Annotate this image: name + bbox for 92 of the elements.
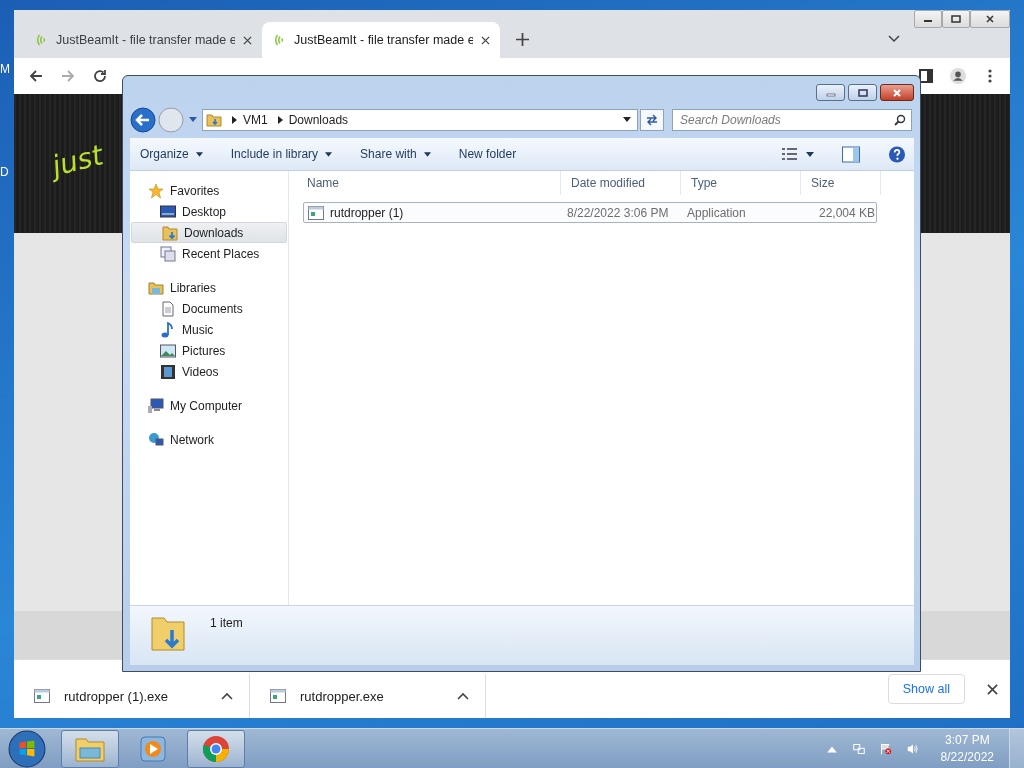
close-icon[interactable]	[243, 35, 252, 45]
close-icon	[892, 88, 902, 97]
file-type: Application	[687, 205, 747, 220]
toolbar-button[interactable]: Organize	[140, 147, 203, 161]
column-header[interactable]: Name	[289, 171, 561, 195]
file-date: 8/22/2022 3:06 PM	[567, 205, 670, 220]
refresh-icon	[645, 113, 659, 127]
folder-icon	[75, 736, 105, 762]
breadcrumb-item[interactable]: Downloads	[288, 113, 349, 127]
recent-places-icon	[160, 245, 176, 262]
star-icon	[148, 182, 164, 199]
navigation-item[interactable]: Desktop	[130, 201, 288, 222]
maximize-button[interactable]	[942, 10, 970, 28]
folder-icon	[206, 112, 222, 128]
help-icon[interactable]	[888, 145, 906, 163]
media-player-icon	[139, 735, 167, 763]
dropdown-icon[interactable]	[806, 151, 814, 157]
dropdown-icon	[423, 151, 431, 157]
application-icon	[34, 689, 50, 703]
back-icon[interactable]	[130, 107, 156, 133]
network-icon	[148, 431, 164, 448]
computer-icon	[148, 397, 164, 414]
download-item[interactable]: rutdropper (1).exe	[14, 674, 250, 718]
breadcrumb-item[interactable]: VM1	[243, 113, 268, 127]
taskbar-app-button[interactable]	[187, 730, 245, 768]
navigation-item[interactable]: Documents	[130, 298, 288, 319]
search-field[interactable]: Search Downloads	[672, 109, 912, 131]
application-icon	[308, 205, 324, 220]
close-button[interactable]	[880, 84, 914, 101]
logo-text: just	[48, 138, 107, 183]
file-row[interactable]: rutdropper (1) 8/22/2022 3:06 PM Application 22,004 KB	[303, 202, 877, 223]
toolbar-button[interactable]: Include in library	[230, 147, 333, 161]
flag-icon[interactable]	[879, 743, 892, 755]
toolbar-button[interactable]: New folder	[458, 147, 517, 161]
close-icon[interactable]	[987, 683, 998, 695]
chevron-icon[interactable]	[232, 116, 237, 124]
navigation-item[interactable]: Downloads	[131, 222, 287, 243]
dropdown-icon	[195, 151, 203, 157]
navigation-item[interactable]: Favorites	[130, 180, 288, 201]
item-count: 1 item	[210, 616, 243, 630]
toolbar-button[interactable]: Share with	[360, 147, 431, 161]
search-icon	[894, 114, 906, 126]
desktop-icon-label[interactable]: D	[0, 165, 9, 179]
dropdown-icon	[325, 151, 333, 157]
browser-logo-icon	[202, 735, 230, 763]
preview-pane-icon[interactable]	[842, 145, 860, 163]
navigation-item[interactable]: My Computer	[130, 395, 288, 416]
music-note-icon	[160, 321, 176, 338]
file-name: rutdropper (1)	[330, 205, 404, 220]
desktop-icon-label[interactable]: M	[0, 62, 10, 76]
column-header[interactable]: Type	[681, 171, 801, 195]
refresh-button[interactable]	[640, 109, 664, 131]
film-icon	[160, 363, 176, 380]
navigation-item[interactable]: Videos	[130, 361, 288, 382]
close-icon[interactable]	[481, 35, 490, 45]
caret-icon[interactable]	[221, 692, 233, 700]
download-item[interactable]: rutdropper.exe	[250, 674, 486, 718]
start-button[interactable]	[8, 730, 46, 768]
view-options-icon[interactable]	[782, 147, 798, 161]
document-icon	[160, 300, 176, 317]
maximize-icon	[951, 15, 961, 23]
reload-icon[interactable]	[92, 68, 108, 84]
close-icon	[985, 15, 995, 23]
column-header[interactable]: Date modified	[561, 171, 681, 195]
chevron-icon[interactable]	[888, 35, 900, 43]
navigation-item[interactable]: Music	[130, 319, 288, 340]
maximize-button[interactable]	[848, 84, 877, 101]
caret-icon[interactable]	[457, 692, 469, 700]
show-all-button[interactable]: Show all	[887, 674, 965, 704]
minimize-button[interactable]	[914, 10, 942, 28]
taskbar-app-button[interactable]	[61, 730, 119, 768]
application-icon	[270, 689, 286, 703]
desktop-icon	[160, 203, 176, 220]
picture-icon	[160, 342, 176, 359]
signal-icon	[36, 32, 48, 48]
navigation-item[interactable]: Network	[130, 429, 288, 450]
new-tab-icon[interactable]	[516, 33, 529, 46]
navigation-item[interactable]: Libraries	[130, 277, 288, 298]
maximize-icon	[857, 88, 868, 97]
file-size: 22,004 KB	[817, 205, 875, 220]
signal-icon	[274, 32, 286, 48]
column-header[interactable]: Size	[801, 171, 881, 195]
folder-icon	[162, 224, 178, 241]
profile-icon[interactable]	[950, 68, 966, 84]
address-field[interactable]: VM1 Downloads	[202, 109, 638, 131]
back-icon[interactable]	[28, 68, 44, 84]
side-panel-icon[interactable]	[918, 68, 934, 84]
navigation-item[interactable]: Recent Places	[130, 243, 288, 264]
navigation-item[interactable]: Pictures	[130, 340, 288, 361]
library-icon	[148, 279, 164, 296]
dropdown-icon[interactable]	[623, 117, 631, 123]
chevron-icon[interactable]	[277, 116, 283, 124]
